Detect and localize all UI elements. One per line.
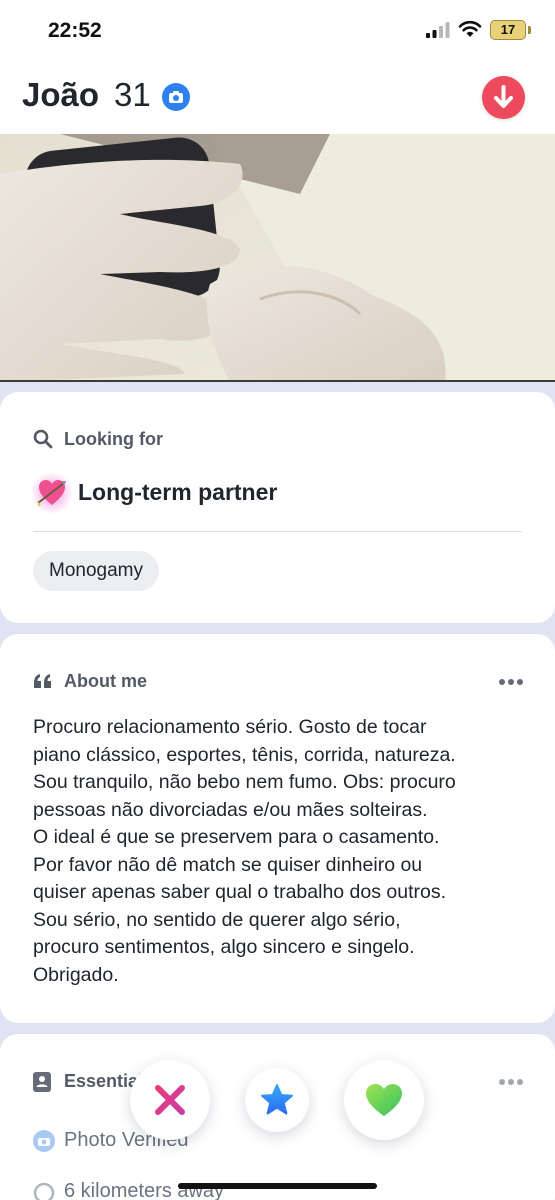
profile-header: João 31	[0, 62, 555, 134]
looking-for-card: Looking for Long-term partner Monogamy	[0, 392, 555, 623]
profile-photo[interactable]	[0, 134, 555, 382]
divider	[33, 531, 522, 532]
arrow-down-icon	[494, 85, 513, 108]
more-options-icon[interactable]	[498, 1076, 524, 1088]
cellular-signal-icon	[426, 22, 450, 38]
battery-icon: 17	[490, 20, 526, 40]
close-profile-button[interactable]	[482, 76, 525, 119]
status-time: 22:52	[48, 19, 102, 42]
like-button[interactable]	[344, 1060, 424, 1140]
nope-button[interactable]	[130, 1060, 210, 1140]
about-me-card: About me Procuro relacionamento sério. G…	[0, 634, 555, 1023]
about-me-text: Procuro relacionamento sério. Gosto de t…	[33, 716, 456, 986]
wifi-icon	[458, 20, 482, 37]
star-icon	[261, 1084, 293, 1115]
heart-with-arrow-icon	[37, 480, 66, 507]
quote-icon	[34, 674, 51, 688]
photo-verified-icon[interactable]	[162, 83, 190, 111]
more-options-icon[interactable]	[498, 676, 524, 688]
about-me-heading: About me	[64, 671, 147, 691]
photo-divider	[0, 380, 555, 382]
status-bar: 22:52 17	[0, 0, 555, 62]
profile-age: 31	[114, 76, 151, 113]
profile-name: João	[22, 76, 100, 113]
heart-icon	[366, 1084, 402, 1116]
home-indicator[interactable]	[178, 1183, 377, 1189]
location-icon	[33, 1182, 55, 1200]
chip-monogamy: Monogamy	[33, 551, 159, 591]
search-icon	[33, 429, 53, 449]
super-like-button[interactable]	[245, 1068, 309, 1132]
looking-for-heading: Looking for	[64, 429, 163, 449]
battery-level: 17	[500, 22, 516, 37]
camera-badge-icon	[33, 1130, 55, 1152]
looking-for-value: Long-term partner	[78, 479, 278, 505]
close-icon	[155, 1085, 185, 1115]
battery-tip	[528, 26, 531, 34]
id-card-icon	[33, 1072, 51, 1092]
